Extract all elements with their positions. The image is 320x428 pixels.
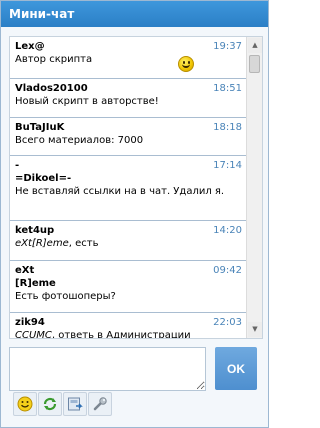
message-author[interactable]: BuTaJIuK <box>15 121 242 134</box>
scroll-down-arrow-icon[interactable]: ▼ <box>248 322 262 337</box>
message-author[interactable]: Vlados20100 <box>15 82 242 95</box>
scroll-thumb[interactable] <box>249 55 260 73</box>
message-time: 14:20 <box>213 225 242 236</box>
message-input[interactable] <box>9 347 206 391</box>
message-text: Не вставляй ссылки на в чат. Удалил я. <box>15 186 225 197</box>
message-time: 17:14 <box>213 160 242 171</box>
widget-title: Мини-чат <box>1 1 268 27</box>
settings-button[interactable] <box>88 392 112 416</box>
message-item: - 17:14 =Dikoel=- Не вставляй ссылки на … <box>10 156 246 221</box>
message-text: Автор скрипта <box>15 54 93 65</box>
refresh-button[interactable] <box>38 392 62 416</box>
message-author-continued: [R]eme <box>15 278 56 289</box>
chat-scrollbar[interactable]: ▲ ▼ <box>246 37 262 338</box>
refresh-icon <box>43 397 57 411</box>
message-text: Всего материалов: 7000 <box>15 135 144 146</box>
chat-messages-panel[interactable]: Lex@ 19:37 Автор скрипта Vlados20100 18:… <box>9 36 263 339</box>
wrench-icon <box>93 397 107 411</box>
message-item: zik94 22:03 CCUMC, ответь в Администраци… <box>10 313 246 339</box>
message-time: 18:18 <box>213 122 242 133</box>
message-item: BuTaJIuK 18:18 Всего материалов: 7000 <box>10 118 246 156</box>
message-text: Есть фотошоперы? <box>15 291 116 302</box>
archive-button[interactable] <box>63 392 87 416</box>
message-text: eXt[R]eme, есть <box>15 237 242 250</box>
message-author[interactable]: Lex@ <box>15 40 242 53</box>
message-author[interactable]: zik94 <box>15 316 242 329</box>
message-mention: eXt[R]eme <box>15 238 69 249</box>
send-button[interactable]: OK <box>215 347 257 390</box>
message-time: 19:37 <box>213 41 242 52</box>
message-time: 09:42 <box>213 265 242 276</box>
message-author-continued: =Dikoel=- <box>15 173 72 184</box>
message-time: 18:51 <box>213 83 242 94</box>
message-text-rest: , ответь в Администрации <box>51 330 191 339</box>
scroll-up-arrow-icon[interactable]: ▲ <box>248 38 262 53</box>
message-author[interactable]: ket4up <box>15 224 242 237</box>
message-text-rest: , есть <box>68 238 99 249</box>
message-item: eXt 09:42 [R]eme Есть фотошоперы? <box>10 261 246 313</box>
smiley-icon <box>17 396 33 412</box>
mini-chat-widget: Мини-чат Lex@ 19:37 Автор скрипта Vlados… <box>0 0 269 428</box>
message-item: Vlados20100 18:51 Новый скрипт в авторст… <box>10 79 246 118</box>
message-text: Новый скрипт в авторстве! <box>15 96 159 107</box>
message-item: ket4up 14:20 eXt[R]eme, есть <box>10 221 246 261</box>
message-text: CCUMC, ответь в Администрации <box>15 329 242 339</box>
save-icon <box>68 397 83 411</box>
message-mention: CCUMC <box>15 330 52 339</box>
smiley-button[interactable] <box>13 392 37 416</box>
message-item: Lex@ 19:37 Автор скрипта <box>10 37 246 79</box>
smiley-icon <box>178 56 194 72</box>
message-author[interactable]: eXt <box>15 264 242 277</box>
message-author[interactable]: - <box>15 159 242 172</box>
message-time: 22:03 <box>213 317 242 328</box>
